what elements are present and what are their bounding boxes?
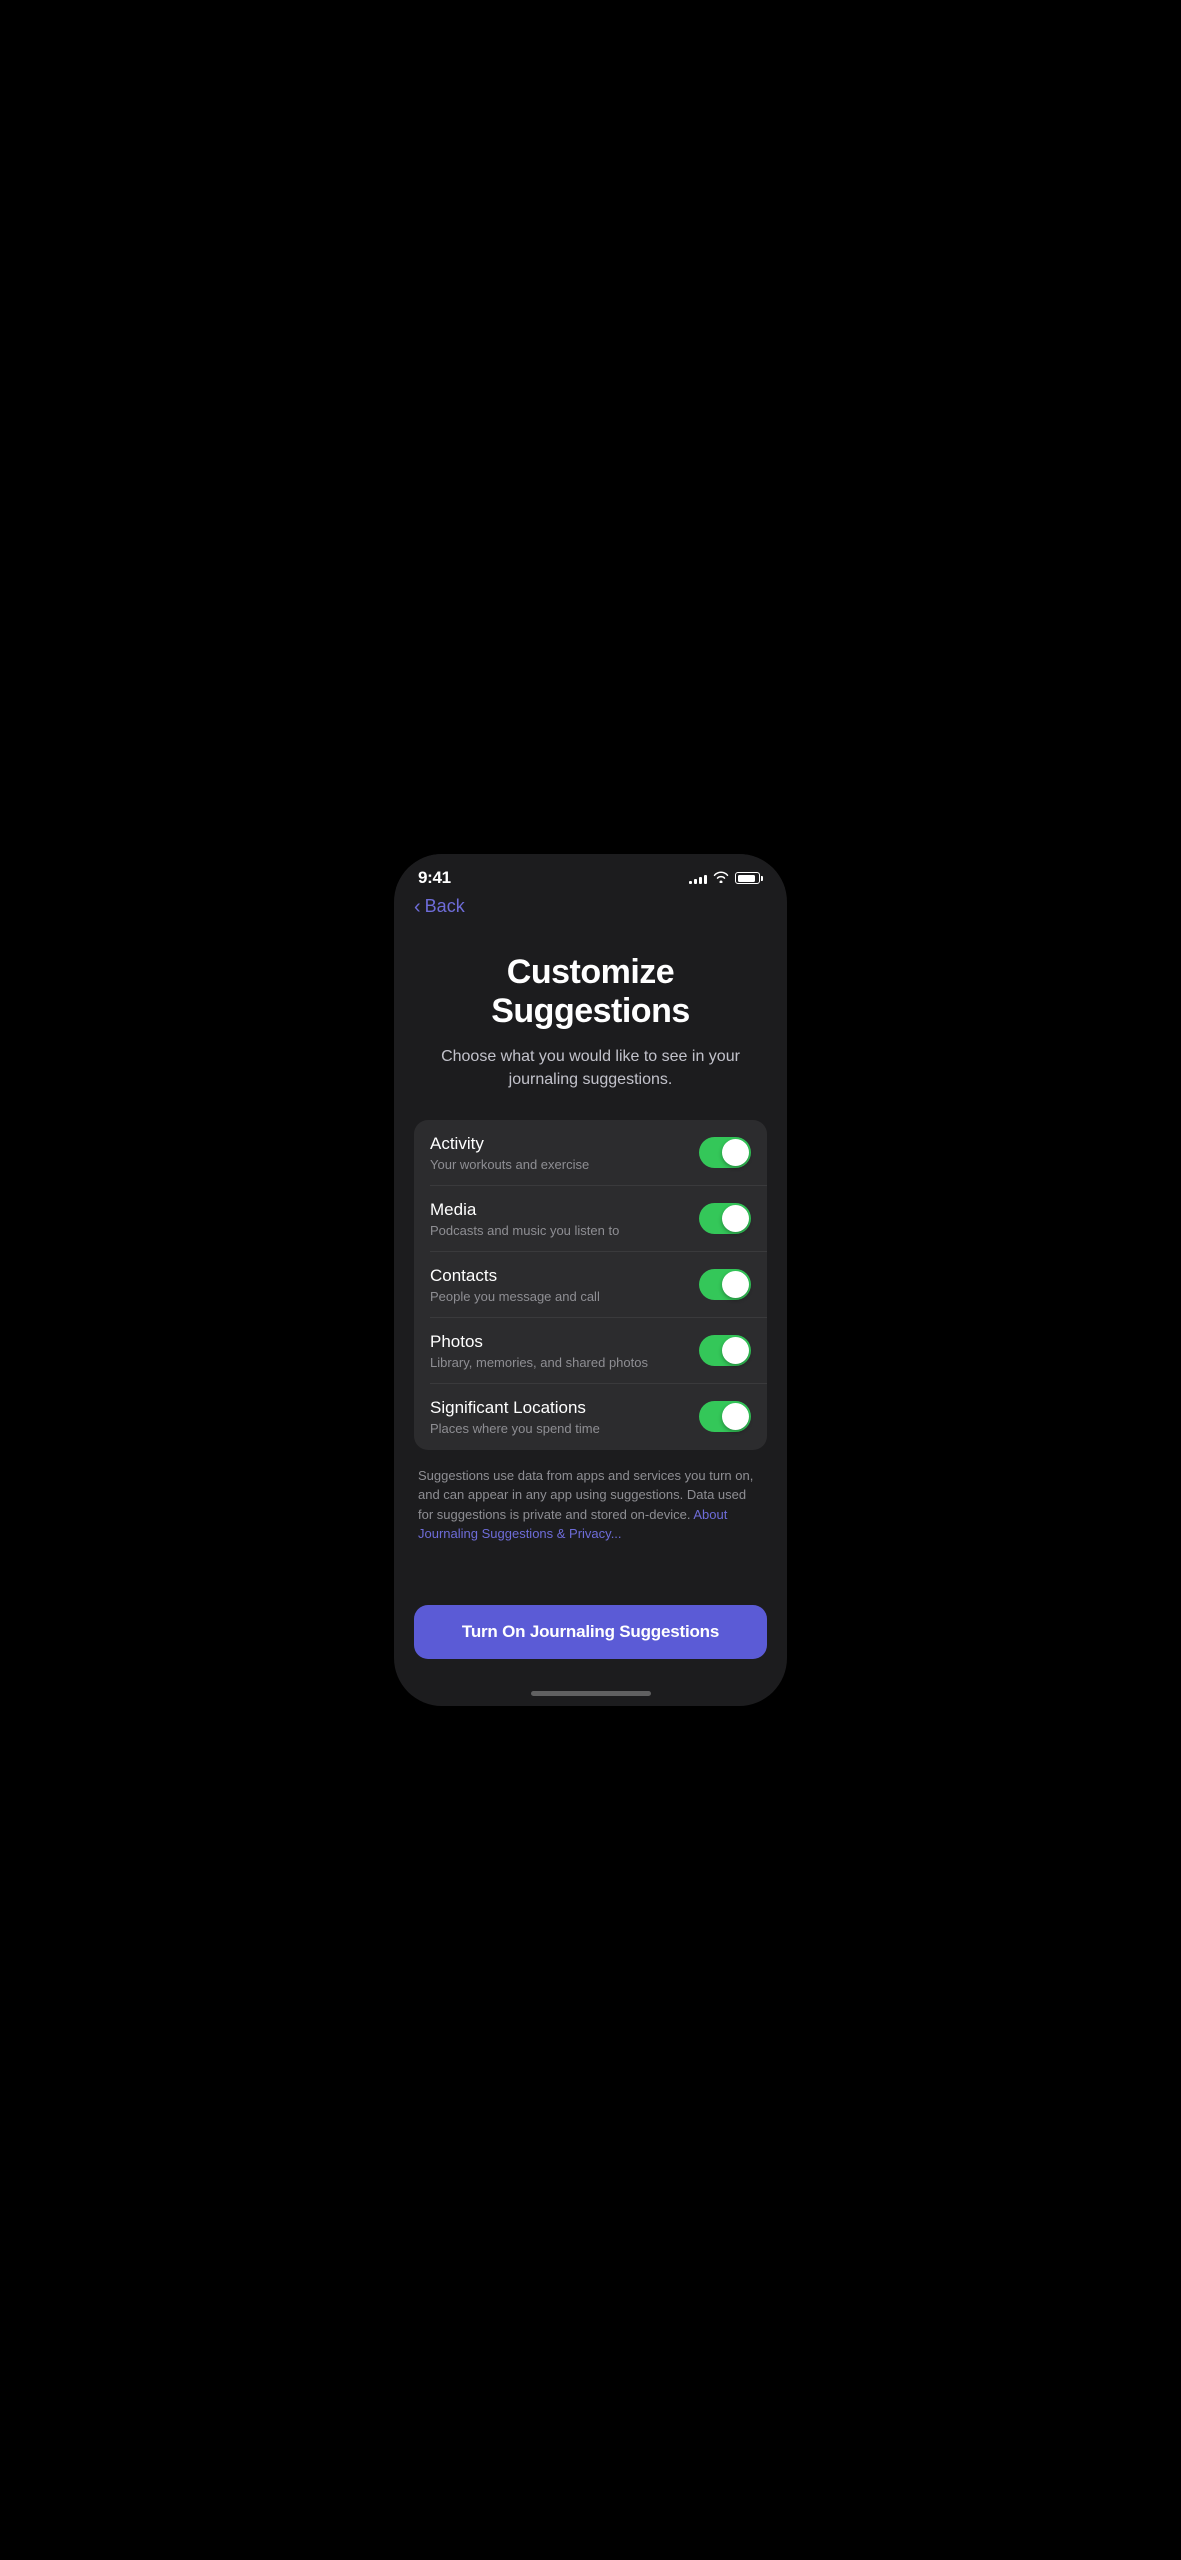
back-button[interactable]: ‹ Back xyxy=(414,896,465,917)
back-chevron-icon: ‹ xyxy=(414,897,421,917)
battery-icon xyxy=(735,872,763,884)
photos-title: Photos xyxy=(430,1332,687,1352)
wifi-icon xyxy=(713,870,729,886)
significant-locations-title: Significant Locations xyxy=(430,1398,687,1418)
toggle-thumb xyxy=(722,1403,749,1430)
toggle-thumb xyxy=(722,1139,749,1166)
activity-row: Activity Your workouts and exercise xyxy=(414,1120,767,1186)
phone-frame: 9:41 xyxy=(394,854,787,1706)
bottom-section: Turn On Journaling Suggestions xyxy=(394,1593,787,1683)
main-content: CustomizeSuggestions Choose what you wou… xyxy=(394,921,787,1593)
activity-title: Activity xyxy=(430,1134,687,1154)
media-subtitle: Podcasts and music you listen to xyxy=(430,1223,687,1238)
page-subtitle: Choose what you would like to see in you… xyxy=(434,1045,747,1091)
significant-locations-row: Significant Locations Places where you s… xyxy=(414,1384,767,1450)
title-section: CustomizeSuggestions Choose what you wou… xyxy=(414,937,767,1120)
activity-subtitle: Your workouts and exercise xyxy=(430,1157,687,1172)
contacts-subtitle: People you message and call xyxy=(430,1289,687,1304)
back-label: Back xyxy=(425,896,465,917)
status-time: 9:41 xyxy=(418,868,451,888)
turn-on-journaling-button[interactable]: Turn On Journaling Suggestions xyxy=(414,1605,767,1659)
significant-locations-subtitle: Places where you spend time xyxy=(430,1421,687,1436)
media-title: Media xyxy=(430,1200,687,1220)
home-indicator xyxy=(394,1683,787,1706)
contacts-toggle[interactable] xyxy=(699,1269,751,1300)
footer-note: Suggestions use data from apps and servi… xyxy=(414,1466,767,1544)
photos-subtitle: Library, memories, and shared photos xyxy=(430,1355,687,1370)
activity-toggle[interactable] xyxy=(699,1137,751,1168)
settings-card: Activity Your workouts and exercise Medi… xyxy=(414,1120,767,1450)
page-title: CustomizeSuggestions xyxy=(434,953,747,1031)
photos-row: Photos Library, memories, and shared pho… xyxy=(414,1318,767,1384)
status-bar: 9:41 xyxy=(394,854,787,888)
home-bar xyxy=(531,1691,651,1696)
media-toggle[interactable] xyxy=(699,1203,751,1234)
signal-icon xyxy=(689,872,707,884)
photos-toggle[interactable] xyxy=(699,1335,751,1366)
significant-locations-toggle[interactable] xyxy=(699,1401,751,1432)
status-icons xyxy=(689,870,763,886)
toggle-thumb xyxy=(722,1205,749,1232)
contacts-row: Contacts People you message and call xyxy=(414,1252,767,1318)
contacts-title: Contacts xyxy=(430,1266,687,1286)
toggle-thumb xyxy=(722,1337,749,1364)
toggle-thumb xyxy=(722,1271,749,1298)
nav-bar: ‹ Back xyxy=(394,888,787,921)
media-row: Media Podcasts and music you listen to xyxy=(414,1186,767,1252)
